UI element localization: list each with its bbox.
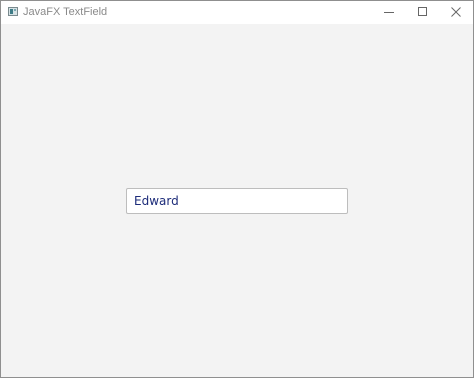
maximize-icon [418,7,427,16]
name-text-field[interactable] [126,188,348,214]
minimize-icon [384,12,394,13]
maximize-button[interactable] [406,1,440,24]
window-title: JavaFX TextField [23,6,108,18]
title-bar[interactable]: JavaFX TextField [1,1,473,24]
close-icon [451,7,461,17]
minimize-button[interactable] [372,1,406,24]
app-window: JavaFX TextField [0,0,474,378]
app-icon [8,7,18,16]
close-button[interactable] [439,1,473,24]
main-content [1,24,473,377]
